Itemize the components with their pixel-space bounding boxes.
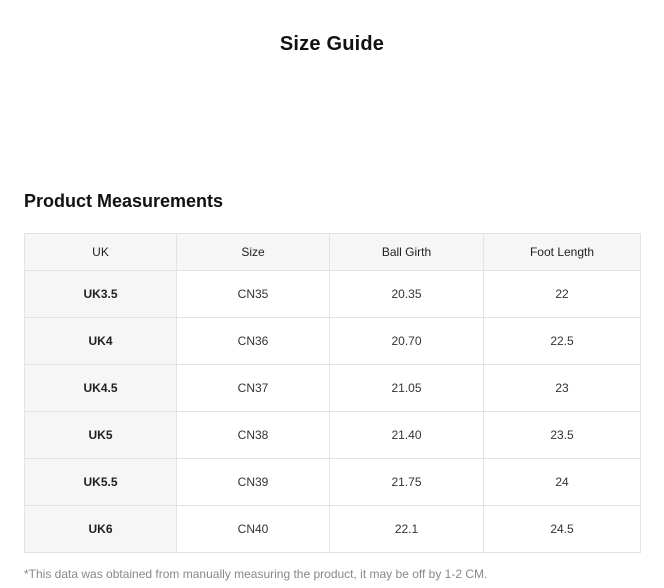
column-header-ball-girth: Ball Girth xyxy=(329,233,484,271)
table-row: UK5.5 CN39 21.75 24 xyxy=(24,458,641,506)
page-title: Size Guide xyxy=(279,33,385,55)
table-row: UK5 CN38 21.40 23.5 xyxy=(24,411,641,459)
cn-size-cell: CN40 xyxy=(176,505,330,553)
ball-girth-cell: 22.1 xyxy=(329,505,484,553)
cn-size-cell: CN39 xyxy=(176,458,330,506)
table-row: UK3.5 CN35 20.35 22 xyxy=(24,270,641,318)
cn-size-cell: CN36 xyxy=(176,317,330,365)
cn-size-cell: CN38 xyxy=(176,411,330,459)
table-row: UK6 CN40 22.1 24.5 xyxy=(24,505,641,553)
table-header-row: UK Size Ball Girth Foot Length xyxy=(24,233,641,271)
table-row: UK4.5 CN37 21.05 23 xyxy=(24,364,641,412)
cn-size-cell: CN37 xyxy=(176,364,330,412)
foot-length-cell: 22.5 xyxy=(483,317,641,365)
table-header: UK Size Ball Girth Foot Length xyxy=(24,233,641,271)
section-title: Product Measurements xyxy=(24,191,224,211)
measurement-disclaimer: *This data was obtained from manually me… xyxy=(24,567,488,581)
cn-size-cell: CN35 xyxy=(176,270,330,318)
uk-size-cell: UK5.5 xyxy=(24,458,177,506)
size-table: UK Size Ball Girth Foot Length UK3.5 CN3… xyxy=(24,233,641,553)
uk-size-cell: UK4.5 xyxy=(24,364,177,412)
table-row: UK4 CN36 20.70 22.5 xyxy=(24,317,641,365)
column-header-uk: UK xyxy=(24,233,177,271)
foot-length-cell: 24.5 xyxy=(483,505,641,553)
ball-girth-cell: 21.40 xyxy=(329,411,484,459)
foot-length-cell: 22 xyxy=(483,270,641,318)
ball-girth-cell: 21.75 xyxy=(329,458,484,506)
column-header-foot-length: Foot Length xyxy=(483,233,641,271)
uk-size-cell: UK4 xyxy=(24,317,177,365)
ball-girth-cell: 21.05 xyxy=(329,364,484,412)
foot-length-cell: 24 xyxy=(483,458,641,506)
column-header-size: Size xyxy=(176,233,330,271)
uk-size-cell: UK6 xyxy=(24,505,177,553)
table-body: UK3.5 CN35 20.35 22 UK4 CN36 20.70 22.5 … xyxy=(24,270,641,553)
ball-girth-cell: 20.70 xyxy=(329,317,484,365)
uk-size-cell: UK3.5 xyxy=(24,270,177,318)
uk-size-cell: UK5 xyxy=(24,411,177,459)
ball-girth-cell: 20.35 xyxy=(329,270,484,318)
foot-length-cell: 23.5 xyxy=(483,411,641,459)
foot-length-cell: 23 xyxy=(483,364,641,412)
